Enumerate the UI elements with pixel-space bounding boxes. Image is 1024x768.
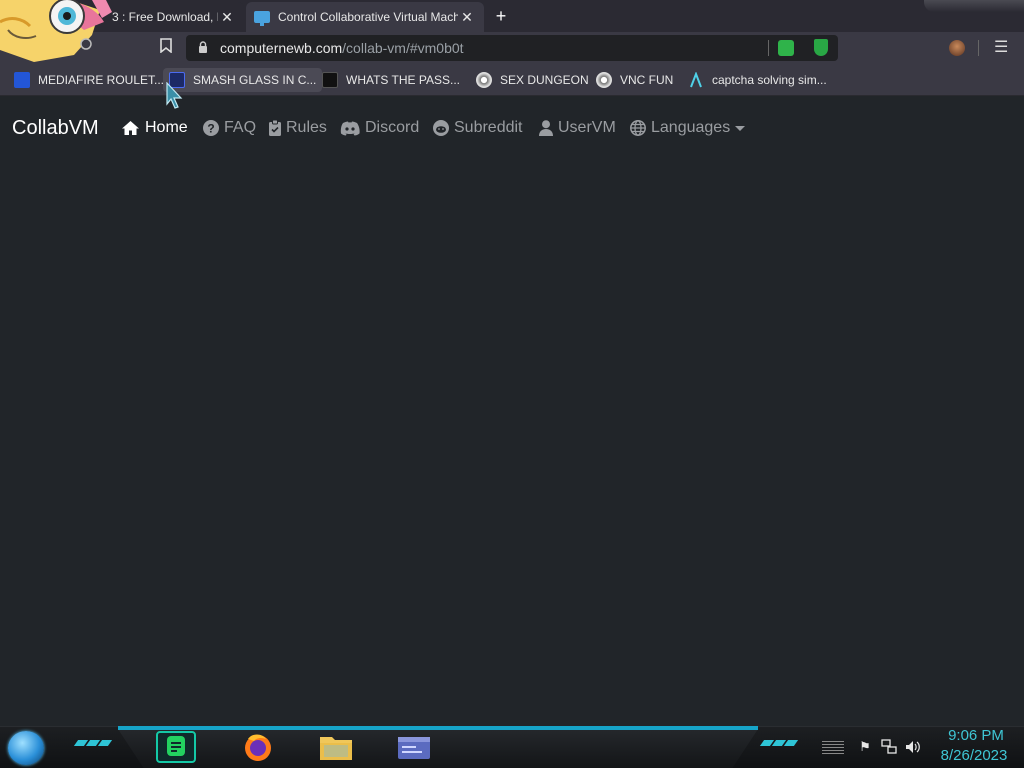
start-button[interactable] (8, 731, 44, 765)
show-hidden-icons[interactable] (822, 740, 844, 754)
nav-label: Rules (286, 119, 327, 136)
close-icon[interactable]: ✕ (458, 9, 476, 26)
chat-app-icon (167, 736, 185, 756)
nav-subreddit[interactable]: Subreddit (433, 117, 523, 139)
close-icon[interactable]: ✕ (218, 9, 236, 26)
wheel-icon (476, 72, 492, 88)
taskbar-file-explorer[interactable] (316, 731, 356, 763)
nav-label: FAQ (224, 119, 257, 136)
decoration (73, 740, 113, 748)
question-icon: ? (203, 120, 219, 136)
network-icon[interactable] (881, 739, 897, 755)
nav-label: Home (145, 119, 188, 136)
bookmark-label: SEX DUNGEON (500, 73, 589, 87)
nav-uservm[interactable]: UserVM (539, 117, 616, 139)
clipboard-check-icon (269, 120, 281, 136)
nav-label: UserVM (558, 119, 616, 136)
tab-title: 3 : Free Download, E (112, 10, 218, 24)
nav-discord[interactable]: Discord (340, 117, 419, 139)
shield-extension-icon[interactable] (814, 39, 828, 56)
reddit-icon (433, 120, 449, 136)
menu-icon[interactable]: ☰ (994, 38, 1008, 58)
discord-icon (340, 121, 360, 135)
taskbar-chat-app[interactable] (156, 731, 196, 763)
cursor-icon (166, 82, 183, 109)
bookmark-label: captcha solving sim... (712, 73, 827, 87)
file-explorer-icon (320, 737, 352, 760)
taskbar-accent-line (118, 726, 758, 730)
tab-title: Control Collaborative Virtual Mach (278, 10, 458, 24)
nav-languages-dropdown[interactable]: Languages (630, 117, 746, 139)
bookmark-captcha[interactable]: captcha solving sim... (682, 68, 833, 92)
clock-date[interactable]: 8/26/2023 (934, 747, 1014, 764)
dark-square-icon (322, 72, 338, 88)
vm-display-area[interactable] (0, 157, 1024, 726)
brand-logo[interactable]: CollabVM (12, 117, 99, 140)
taskbar-window-app[interactable] (394, 731, 434, 763)
nav-home[interactable]: Home (121, 117, 188, 139)
user-icon (539, 120, 553, 136)
window-app-icon (398, 737, 430, 759)
window-decoration (924, 0, 1024, 12)
divider (978, 40, 979, 56)
chevron-down-icon (735, 125, 746, 131)
new-tab-button[interactable]: + (490, 6, 512, 26)
url-domain: computernewb.com (220, 40, 343, 56)
lock-icon (199, 41, 207, 53)
nav-label: Discord (365, 119, 420, 136)
taskbar-center-panel (118, 729, 758, 768)
svg-text:?: ? (207, 122, 214, 136)
bookmark-icon[interactable] (156, 38, 176, 58)
url-text[interactable]: computernewb.com/collab-vm/#vm0b0t (220, 40, 464, 56)
wheel-icon (596, 72, 612, 88)
mediafire-icon (14, 72, 30, 88)
cartoon-sticker-overlay (0, 0, 112, 62)
decoration (759, 740, 799, 748)
globe-icon (630, 120, 646, 136)
volume-icon[interactable] (905, 739, 921, 755)
tab-free-download[interactable]: 3 : Free Download, E ✕ (104, 2, 244, 32)
url-path: /collab-vm/#vm0b0t (342, 40, 464, 56)
bookmark-sex-dungeon[interactable]: SEX DUNGEON (470, 68, 595, 92)
monitor-icon (254, 11, 270, 26)
divider (768, 40, 769, 56)
bookmark-vnc-fun[interactable]: VNC FUN (590, 68, 679, 92)
bookmark-label: SMASH GLASS IN C... (193, 73, 317, 87)
firefox-icon (245, 734, 271, 761)
bookmark-label: WHATS THE PASS... (346, 73, 461, 87)
avatar[interactable] (949, 40, 965, 56)
clock-time[interactable]: 9:06 PM (936, 727, 1016, 744)
extension-icon[interactable] (778, 40, 794, 56)
bookmark-label: MEDIAFIRE ROULET... (38, 73, 165, 87)
bookmark-label: VNC FUN (620, 73, 674, 87)
lambda-icon (688, 71, 704, 88)
bookmark-whats-the-pass[interactable]: WHATS THE PASS... (316, 68, 466, 92)
home-icon (122, 121, 139, 135)
tab-collabvm[interactable]: Control Collaborative Virtual Mach ✕ (246, 2, 484, 32)
nav-label: Languages (651, 119, 731, 136)
flag-icon[interactable]: ⚑ (857, 739, 873, 755)
taskbar-firefox[interactable] (238, 731, 278, 763)
nav-rules[interactable]: Rules (269, 117, 327, 139)
nav-label: Subreddit (454, 119, 523, 136)
nav-faq[interactable]: ? FAQ (203, 117, 256, 139)
bookmark-mediafire[interactable]: MEDIAFIRE ROULET... (8, 68, 170, 92)
